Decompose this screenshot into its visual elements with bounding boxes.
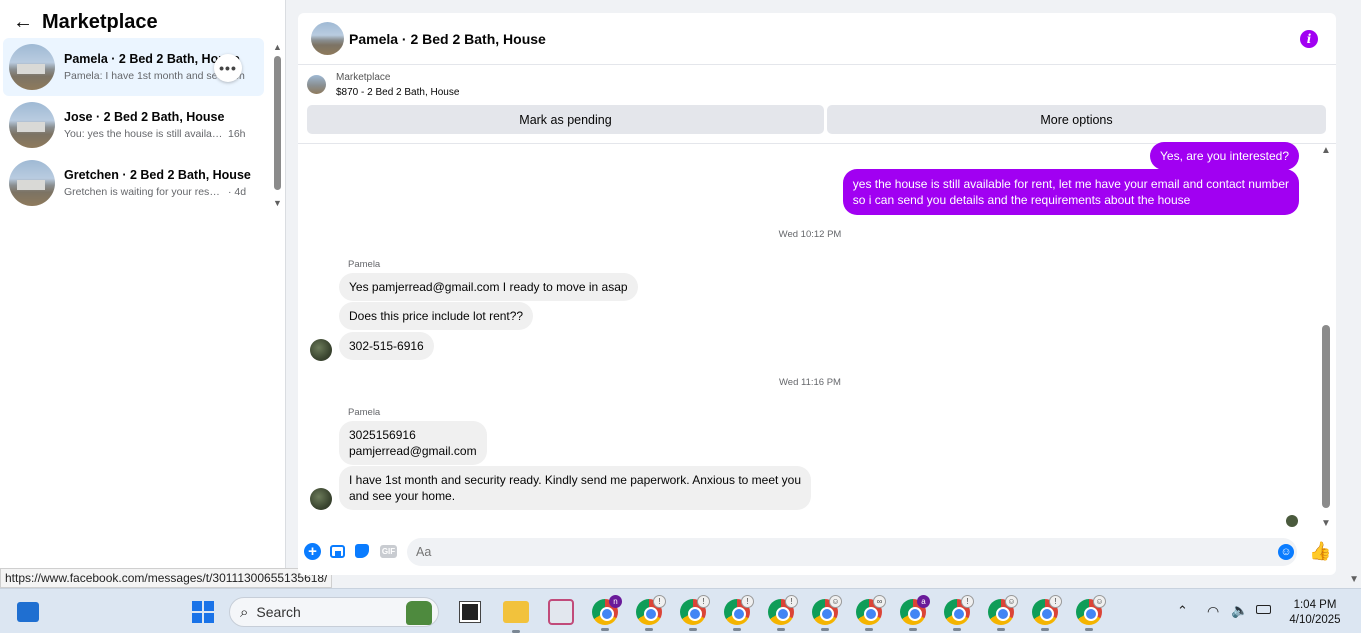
outgoing-message: Yes, are you interested? [1150,142,1299,170]
show-hidden-icons-icon[interactable]: ⌃ [1177,603,1188,619]
battery-icon[interactable] [1256,605,1271,614]
chrome-icon[interactable]: ! [944,595,974,631]
file-explorer-icon[interactable] [503,601,529,633]
message-line: 3025156916 [349,428,416,442]
chrome-icon[interactable]: ☺ [1076,595,1106,631]
conversation-list: Pamela · 2 Bed 2 Bath, House Pamela: I h… [3,38,264,212]
scrollbar-thumb[interactable] [274,56,281,190]
search-label: Search [256,604,301,620]
sidebar-header: ← Marketplace [12,8,158,36]
snipping-tool-icon[interactable] [548,599,574,625]
thumbs-up-icon[interactable]: 👍 [1309,541,1331,562]
conversation-item-gretchen[interactable]: Gretchen · 2 Bed 2 Bath, House Gretchen … [3,154,264,212]
speaker-icon[interactable]: 🔈 [1231,602,1248,619]
message-composer: + GIF ☺ 👍 [298,535,1336,569]
incoming-message: Does this price include lot rent?? [339,302,534,330]
emoji-icon[interactable]: ☺ [1278,544,1294,560]
widgets-icon[interactable] [17,602,39,622]
chat-scrollbar[interactable]: ▲ ▼ [1320,145,1332,529]
conversation-time: · 4d [228,186,247,198]
wifi-icon[interactable]: ◠ [1207,603,1219,620]
task-view-icon[interactable] [459,601,481,623]
chrome-icon[interactable]: ! [1032,595,1062,631]
conversation-item-jose[interactable]: Jose · 2 Bed 2 Bath, House You: yes the … [3,96,264,154]
message-timestamp: Wed 10:12 PM [778,229,842,240]
sidebar-scrollbar[interactable]: ▲ ▼ [272,42,282,208]
plus-icon[interactable]: + [304,543,321,560]
message-input[interactable] [407,538,1297,566]
conversation-item-pamela[interactable]: Pamela · 2 Bed 2 Bath, House Pamela: I h… [3,38,264,96]
chrome-icon[interactable]: n [592,595,622,631]
chrome-icon[interactable]: ! [724,595,754,631]
message-line: so i can send you details and the requir… [852,193,1191,207]
back-arrow-icon[interactable]: ← [12,11,34,33]
incoming-message: I have 1st month and security ready. Kin… [339,466,812,510]
avatar [9,102,55,148]
listing-price-title[interactable]: $870 - 2 Bed 2 Bath, House [336,87,459,98]
message-thread: Yes, are you interested? yes the house i… [298,142,1322,531]
chat-panel: Pamela · 2 Bed 2 Bath, House i Marketpla… [298,13,1336,575]
message-line: and see your home. [349,489,456,503]
windows-start-icon[interactable] [192,601,214,623]
incoming-message: Yes pamjerread@gmail.com I ready to move… [339,273,638,301]
listing-banner: Marketplace $870 - 2 Bed 2 Bath, House M… [298,66,1336,144]
avatar[interactable] [310,339,332,361]
chrome-icon[interactable]: ∞ [856,595,886,631]
message-line: I have 1st month and security ready. Kin… [349,473,802,487]
chat-title[interactable]: Pamela · 2 Bed 2 Bath, House [349,31,546,47]
taskbar-search[interactable]: ⌕ Search [229,597,439,627]
seen-indicator-avatar [1286,515,1298,527]
photo-icon[interactable] [330,545,345,558]
avatar[interactable] [310,488,332,510]
listing-source: Marketplace [336,72,391,83]
conversation-snippet: You: yes the house is still availabl... [64,128,224,140]
avatar [9,44,55,90]
sticker-icon[interactable] [355,544,369,558]
gif-icon[interactable]: GIF [380,545,397,558]
scroll-up-icon[interactable]: ▲ [273,42,282,52]
clock-date: 4/10/2025 [1289,614,1341,626]
outgoing-message: yes the house is still available for ren… [842,169,1299,215]
chat-header: Pamela · 2 Bed 2 Bath, House i [298,13,1336,65]
listing-thumbnail[interactable] [307,75,326,94]
scroll-down-icon[interactable]: ▼ [1321,518,1331,529]
chrome-icon[interactable]: ! [680,595,710,631]
conversation-sidebar: ← Marketplace Pamela · 2 Bed 2 Bath, Hou… [0,0,286,588]
message-line: pamjerread@gmail.com [349,444,477,458]
incoming-message: 3025156916 pamjerread@gmail.com [339,421,487,465]
conversation-name: Jose · 2 Bed 2 Bath, House [64,110,225,124]
chrome-icon[interactable]: a [900,595,930,631]
message-line: yes the house is still available for ren… [852,177,1289,191]
info-icon[interactable]: i [1300,30,1318,48]
conversation-name: Gretchen · 2 Bed 2 Bath, House [64,168,251,182]
clock-time: 1:04 PM [1293,599,1337,611]
search-highlight-icon [406,601,432,625]
incoming-message: 302-515-6916 [339,332,434,360]
windows-taskbar: ⌕ Search n ! ! ! ! ☺ ∞ a ! ☺ ! ☺ ⌃ ◠ 🔈 1… [0,588,1361,633]
conversation-snippet: Pamela: I have 1st month and sec [64,70,223,82]
chrome-icon[interactable]: ☺ [812,595,842,631]
more-options-button[interactable]: More options [827,105,1326,134]
message-timestamp: Wed 11:16 PM [779,377,841,388]
scroll-down-icon[interactable]: ▼ [273,198,282,208]
search-icon: ⌕ [240,603,249,621]
chrome-icon[interactable]: ! [636,595,666,631]
sidebar-title: Marketplace [42,10,158,33]
scroll-up-icon[interactable]: ▲ [1321,145,1331,156]
status-bar-url: https://www.facebook.com/messages/t/3011… [0,568,333,588]
scrollbar-thumb[interactable] [1322,325,1330,508]
avatar[interactable] [311,22,344,55]
conversation-snippet: Gretchen is waiting for your respo... [64,186,224,198]
chrome-icon[interactable]: ! [768,595,798,631]
conversation-time: 16h [228,128,246,140]
chrome-icon[interactable]: ☺ [988,595,1018,631]
page-scroll-down-icon[interactable]: ▼ [1349,574,1359,585]
taskbar-clock[interactable]: 1:04 PM 4/10/2025 [1286,598,1344,628]
sender-name: Pamela [348,259,381,270]
mark-as-pending-button[interactable]: Mark as pending [307,105,824,134]
more-options-icon[interactable]: ••• [214,54,242,82]
avatar [9,160,55,206]
sender-name: Pamela [348,407,381,418]
